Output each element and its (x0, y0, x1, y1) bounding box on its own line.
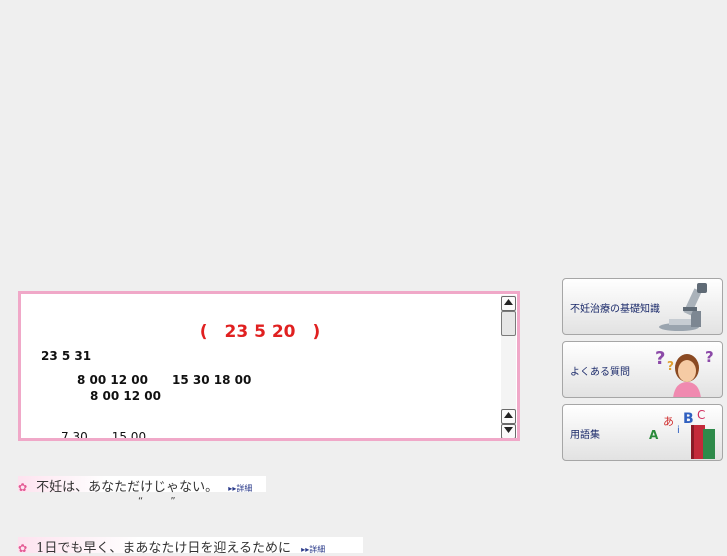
svg-text:C: C (697, 408, 705, 422)
svg-text:あ: あ (663, 415, 674, 428)
flower-icon: ✿ (18, 542, 28, 555)
news-line: 23 5 31 (41, 349, 92, 363)
flower-icon: ✿ (18, 481, 28, 494)
faq-label: よくある質問 (570, 367, 630, 378)
svg-text:?: ? (667, 359, 674, 373)
scroll-down-button[interactable] (501, 424, 516, 438)
news-content: ( 23 5 20 ) 23 5 31 8 00 12 00 15 30 18 … (21, 294, 499, 438)
svg-text:A: A (649, 428, 659, 442)
triangle-up-icon (504, 299, 513, 305)
news-panel: ( 23 5 20 ) 23 5 31 8 00 12 00 15 30 18 … (18, 291, 520, 441)
banner-early-day[interactable]: ✿ 1日でも早く、まあなたけ日を迎えるために ▸▸詳細 (18, 537, 363, 556)
news-line: 7 30 15 00 (61, 430, 147, 441)
glossary-label: 用語集 (570, 430, 600, 441)
triangle-down-icon (504, 427, 513, 433)
glossary-button[interactable]: 用語集 あ i B C A (562, 404, 723, 461)
scroll-thumb[interactable] (501, 311, 516, 336)
news-title: ( 23 5 20 ) (199, 322, 321, 342)
banner-early-day-text: 1日でも早く、まあなたけ日を迎えるために (36, 541, 292, 556)
banner-not-alone-text: 不妊は、あなただけじゃない。 (36, 480, 219, 495)
basic-knowledge-label: 不妊治療の基礎知識 (570, 304, 660, 315)
quote-marks: “ ” (138, 496, 188, 507)
scroll-up-button[interactable] (501, 296, 516, 311)
banner-not-alone[interactable]: ✿ 不妊は、あなただけじゃない。 ▸▸詳細 (18, 476, 266, 495)
scroll-up-button-lower[interactable] (501, 409, 516, 424)
triangle-up-icon (504, 412, 513, 418)
svg-text:?: ? (655, 348, 665, 369)
news-scrollbar[interactable] (501, 295, 516, 438)
svg-text:?: ? (705, 348, 714, 366)
news-line: 8 00 12 00 (90, 389, 161, 403)
basic-knowledge-button[interactable]: 不妊治療の基礎知識 (562, 278, 723, 335)
microscope-icon (659, 283, 707, 331)
svg-text:B: B (683, 411, 694, 427)
faq-button[interactable]: よくある質問 ? ? ? (562, 341, 723, 398)
svg-text:i: i (677, 425, 680, 436)
banner-early-day-more[interactable]: ▸▸詳細 (301, 545, 325, 554)
question-woman-icon: ? ? ? (655, 348, 714, 397)
news-line: 8 00 12 00 15 30 18 00 (77, 373, 252, 387)
books-letters-icon: あ i B C A (649, 408, 715, 459)
banner-not-alone-more[interactable]: ▸▸詳細 (228, 484, 252, 493)
